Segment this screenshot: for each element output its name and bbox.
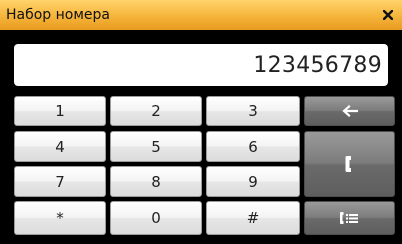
- key-hash[interactable]: #: [206, 201, 300, 235]
- close-icon: [383, 10, 393, 20]
- dialed-number: 123456789: [253, 53, 382, 78]
- title-bar: Набор номера: [0, 0, 402, 30]
- left-arrow-icon: [341, 105, 358, 117]
- key-3[interactable]: 3: [206, 96, 300, 126]
- key-5[interactable]: 5: [110, 131, 202, 162]
- call-button[interactable]: [304, 131, 395, 197]
- key-9[interactable]: 9: [206, 166, 300, 197]
- key-7[interactable]: 7: [14, 166, 106, 197]
- phone-list-icon: [339, 212, 358, 224]
- key-0[interactable]: 0: [110, 201, 202, 235]
- close-button[interactable]: [378, 5, 398, 25]
- number-display[interactable]: 123456789: [14, 44, 388, 86]
- key-8[interactable]: 8: [110, 166, 202, 197]
- backspace-button[interactable]: [304, 96, 395, 126]
- key-1[interactable]: 1: [14, 96, 106, 126]
- key-star[interactable]: *: [14, 201, 106, 235]
- window-title: Набор номера: [6, 7, 111, 23]
- contacts-button[interactable]: [304, 201, 395, 235]
- phone-handset-icon: [345, 156, 351, 172]
- key-2[interactable]: 2: [110, 96, 202, 126]
- key-6[interactable]: 6: [206, 131, 300, 162]
- key-4[interactable]: 4: [14, 131, 106, 162]
